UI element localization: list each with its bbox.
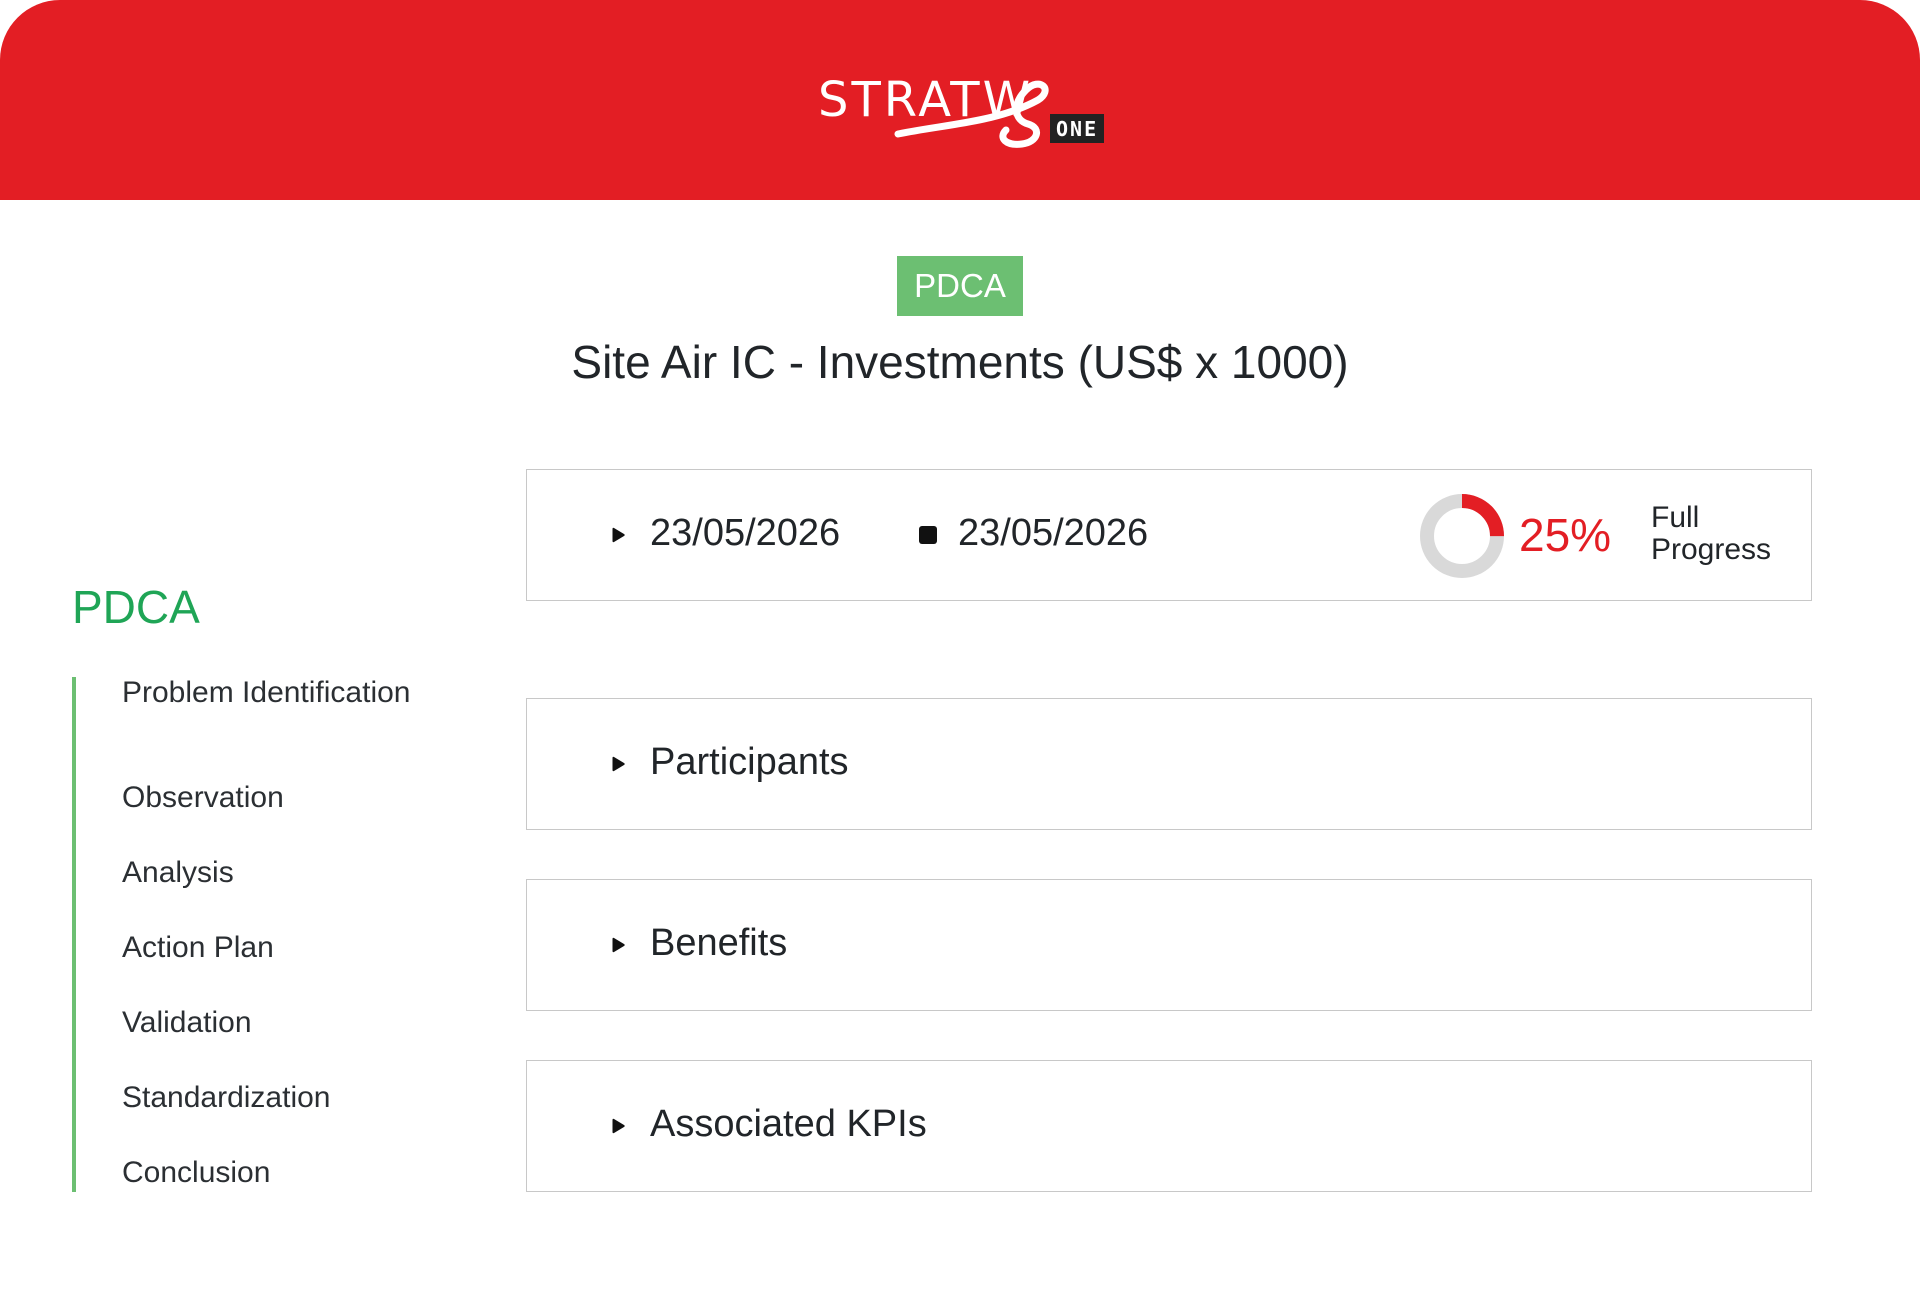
stop-icon [919,526,937,544]
sidebar-item-problem-identification[interactable]: Problem Identification [122,677,422,709]
sidebar-item-standardization[interactable]: Standardization [122,1082,422,1114]
sidebar-item-action-plan[interactable]: Action Plan [122,932,422,964]
logo-swash-icon [894,80,1049,148]
expand-play-icon [612,937,625,953]
sidebar-item-analysis[interactable]: Analysis [122,857,422,889]
logo-badge: ONE [1050,114,1105,143]
sidebar-item-observation[interactable]: Observation [122,782,422,814]
participants-section[interactable]: Participants [526,698,1812,830]
section-title: Benefits [650,922,788,964]
expand-play-icon [612,1118,625,1134]
expand-play-icon [612,756,625,772]
sidebar-nav: Problem Identification Observation Analy… [72,677,456,1192]
end-date: 23/05/2026 [958,512,1149,554]
section-title: Associated KPIs [650,1103,927,1145]
sidebar-title: PDCA [72,581,200,633]
app-header: STRATW ONE [0,0,1920,200]
progress-donut [1420,494,1504,578]
section-title: Participants [650,741,849,783]
benefits-section[interactable]: Benefits [526,879,1812,1011]
sidebar-item-conclusion[interactable]: Conclusion [122,1157,422,1189]
dates-progress-card: 23/05/2026 23/05/2026 25% Full Progress [526,469,1812,601]
progress-percent: 25% [1519,509,1612,561]
sidebar-item-validation[interactable]: Validation [122,1007,422,1039]
page-title: Site Air IC - Investments (US$ x 1000) [571,336,1349,388]
stratws-logo[interactable]: STRATW ONE [818,66,1108,156]
play-icon [612,527,625,543]
progress-label: Full Progress [1651,501,1772,566]
associated-kpis-section[interactable]: Associated KPIs [526,1060,1812,1192]
pdca-badge: PDCA [897,256,1023,316]
start-date: 23/05/2026 [650,512,841,554]
